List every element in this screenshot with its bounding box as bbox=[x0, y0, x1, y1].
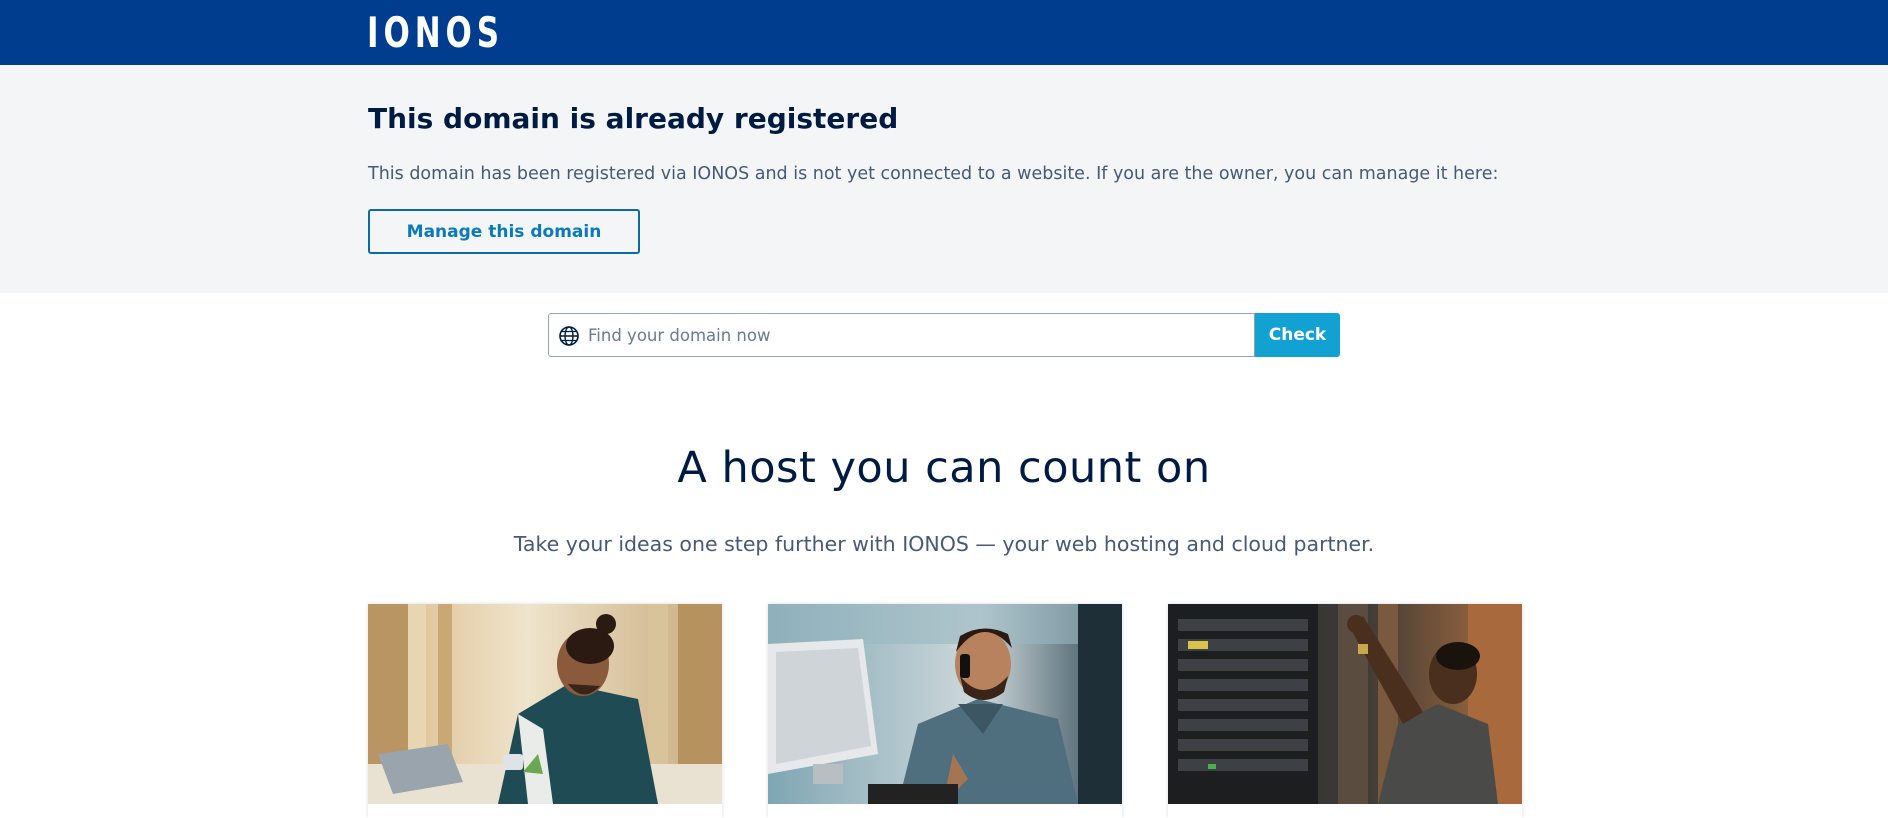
domain-search-input[interactable] bbox=[586, 316, 1246, 354]
hero-headline: A host you can count on bbox=[677, 443, 1211, 493]
feature-card[interactable] bbox=[368, 604, 722, 818]
man-working-at-desk-photo bbox=[368, 604, 722, 804]
domain-search-box[interactable] bbox=[548, 313, 1255, 357]
notice-title: This domain is already registered bbox=[368, 102, 899, 135]
check-button[interactable]: Check bbox=[1255, 313, 1340, 357]
manage-domain-button[interactable]: Manage this domain bbox=[368, 209, 640, 254]
feature-card[interactable] bbox=[768, 604, 1122, 818]
man-on-phone-at-computer-photo bbox=[768, 604, 1122, 804]
notice-text: This domain has been registered via IONO… bbox=[368, 164, 1499, 184]
hero-subline: Take your ideas one step further with IO… bbox=[513, 532, 1375, 556]
technician-at-server-rack-photo bbox=[1168, 604, 1522, 804]
domain-registered-notice: This domain is already registered This d… bbox=[0, 65, 1888, 293]
top-bar: IONOS bbox=[0, 0, 1888, 65]
ionos-logo[interactable]: IONOS bbox=[367, 11, 504, 55]
domain-search: Check bbox=[548, 313, 1340, 357]
feature-card[interactable] bbox=[1168, 604, 1522, 818]
globe-icon bbox=[558, 325, 580, 347]
